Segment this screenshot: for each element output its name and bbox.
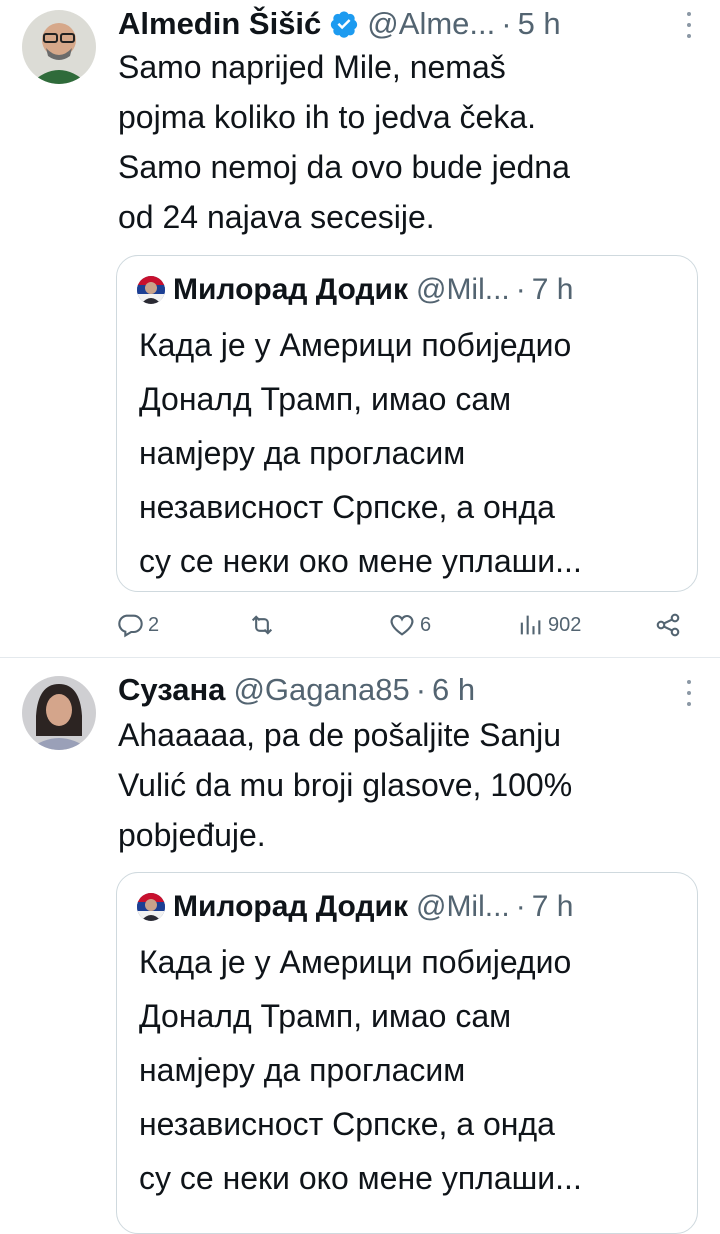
timestamp[interactable]: 5 h xyxy=(518,6,561,42)
repost-button[interactable] xyxy=(248,605,280,645)
quoted-tweet[interactable]: Милорад Додик @Mil... · 7 h Када је у Ам… xyxy=(116,872,698,1234)
action-bar: 2 6 902 xyxy=(116,605,696,645)
quoted-author-name[interactable]: Милорад Додик xyxy=(173,273,408,307)
quoted-tweet[interactable]: Милорад Додик @Mil... · 7 h Када је у Ам… xyxy=(116,255,698,592)
reply-count: 2 xyxy=(148,613,160,636)
quoted-timestamp[interactable]: 7 h xyxy=(532,273,574,307)
quoted-avatar xyxy=(137,276,165,304)
quoted-tweet-header: Милорад Додик @Mil... · 7 h xyxy=(137,887,677,927)
views-count: 902 xyxy=(548,613,582,636)
views-icon xyxy=(520,615,541,635)
author-name[interactable]: Almedin Šišić xyxy=(118,6,321,42)
quoted-author-name[interactable]: Милорад Додик xyxy=(173,890,408,924)
like-button[interactable]: 6 xyxy=(388,605,431,645)
tweet-header: Сузана @Gagana85 · 6 h xyxy=(118,670,692,710)
reply-icon xyxy=(118,614,143,638)
quoted-author-handle[interactable]: @Mil... xyxy=(416,890,510,924)
quoted-timestamp[interactable]: 7 h xyxy=(532,890,574,924)
timestamp[interactable]: 6 h xyxy=(432,672,475,708)
like-icon xyxy=(390,614,414,636)
share-button[interactable] xyxy=(654,605,682,645)
tweet-text: Ahaaaaa, pa de pošaljite Sanju Vulić da … xyxy=(118,717,573,853)
tweet-text: Samo naprijed Mile, nemaš pojma koliko i… xyxy=(118,49,570,235)
author-handle[interactable]: @Gagana85 xyxy=(233,672,409,708)
tweet[interactable]: Almedin Šišić @Alme... · 5 h Samo naprij… xyxy=(0,0,720,655)
tweet-header: Almedin Šišić @Alme... · 5 h xyxy=(118,4,692,44)
separator: · xyxy=(515,890,526,923)
author-handle[interactable]: @Alme... xyxy=(367,6,495,42)
share-icon xyxy=(656,613,680,637)
verified-badge-icon xyxy=(331,11,358,38)
quoted-tweet-text: Када је у Америци побиједио Доналд Трамп… xyxy=(139,944,582,1196)
repost-icon xyxy=(251,615,273,635)
separator: · xyxy=(415,672,427,707)
avatar[interactable] xyxy=(22,676,96,750)
like-count: 6 xyxy=(420,613,432,636)
separator: · xyxy=(501,6,512,41)
reply-button[interactable]: 2 xyxy=(116,605,159,645)
tweet[interactable]: Сузана @Gagana85 · 6 h Ahaaaaa, pa de po… xyxy=(0,658,720,1234)
more-vertical-icon[interactable] xyxy=(684,12,694,38)
author-name[interactable]: Сузана xyxy=(118,672,225,708)
quoted-avatar xyxy=(137,893,165,921)
quoted-author-handle[interactable]: @Mil... xyxy=(416,273,510,307)
views-button[interactable]: 902 xyxy=(516,605,581,645)
quoted-tweet-text: Када је у Америци побиједио Доналд Трамп… xyxy=(139,327,582,579)
avatar[interactable] xyxy=(22,10,96,84)
more-vertical-icon[interactable] xyxy=(684,680,694,706)
quoted-tweet-header: Милорад Додик @Mil... · 7 h xyxy=(137,270,677,310)
separator: · xyxy=(515,273,526,306)
